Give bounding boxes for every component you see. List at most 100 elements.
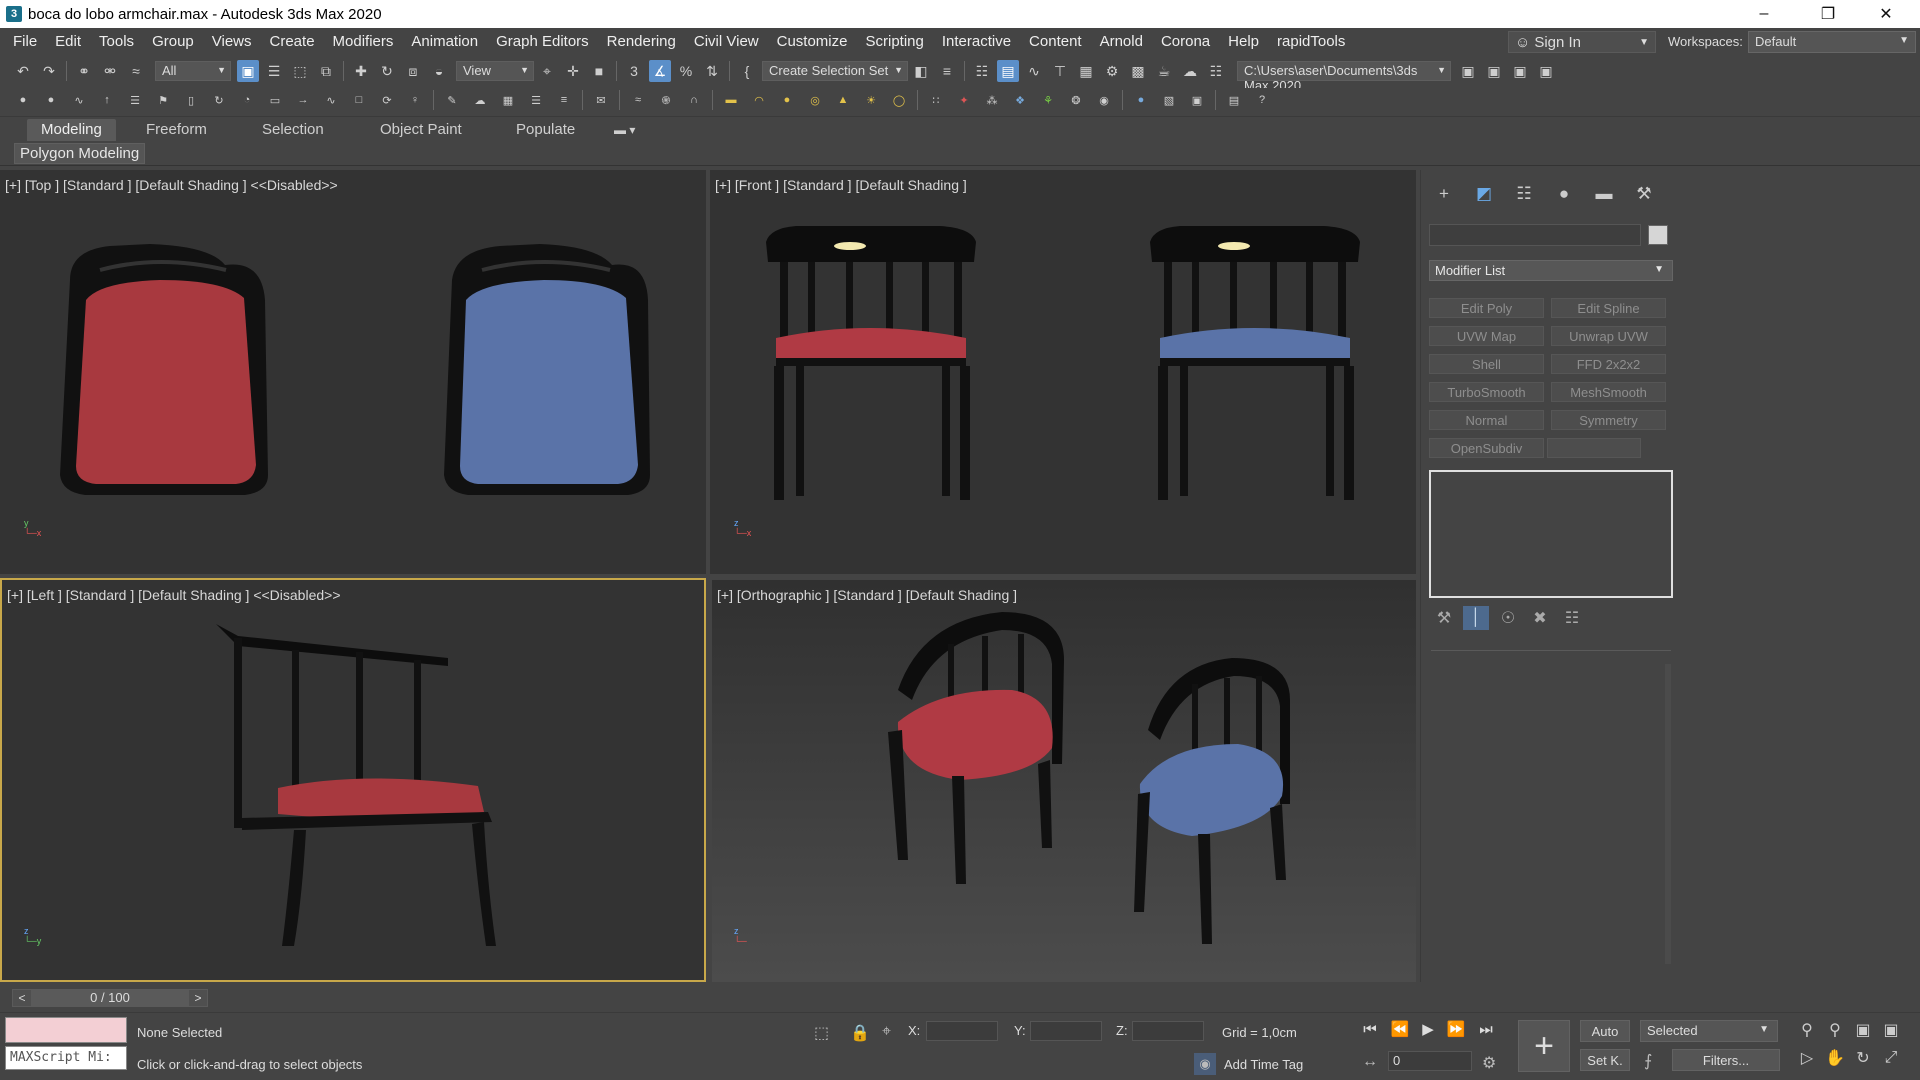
menu-rendering[interactable]: Rendering [598, 28, 685, 55]
schematic-view-icon[interactable]: ⊤ [1049, 60, 1071, 82]
tab-object-paint[interactable]: Object Paint [380, 119, 462, 141]
magnet-icon[interactable]: ∩ [685, 91, 703, 109]
viewport-label-orthographic[interactable]: [+] [Orthographic ] [Standard ] [Default… [717, 587, 1017, 603]
modify-tab-icon[interactable]: ◩ [1467, 182, 1501, 206]
menu-graph-editors[interactable]: Graph Editors [487, 28, 598, 55]
zoom-extents-icon[interactable]: ▣ [1852, 1019, 1874, 1041]
create-tab-icon[interactable]: + [1427, 182, 1461, 206]
scatter-icon[interactable]: ∷ [927, 91, 945, 109]
viewport-label-left[interactable]: [+] [Left ] [Standard ] [Default Shading… [7, 587, 341, 603]
light-icon[interactable]: ◯ [890, 91, 908, 109]
modifier-button-edit-spline[interactable]: Edit Spline [1551, 298, 1666, 318]
time-configuration-icon[interactable]: ⚙ [1482, 1053, 1496, 1073]
arrow-icon[interactable]: → [294, 91, 312, 109]
time-slider[interactable]: < 0 / 100 > [12, 989, 208, 1007]
selection-filter-dropdown[interactable]: All ▼ [155, 61, 231, 81]
project-save-icon[interactable]: ▣ [1509, 60, 1531, 82]
zoom-extents-all-icon[interactable]: ▣ [1880, 1019, 1902, 1041]
display-tab-icon[interactable]: ▬ [1587, 182, 1621, 206]
link-icon[interactable]: ⚭ [73, 60, 95, 82]
pin-stack-icon[interactable]: ⚒ [1431, 606, 1457, 630]
sun-icon[interactable]: ☀ [862, 91, 880, 109]
project-open-icon[interactable]: ▣ [1457, 60, 1479, 82]
rectangular-selection-icon[interactable]: ⬚ [289, 60, 311, 82]
frame-icon[interactable]: ▭ [266, 91, 284, 109]
menu-scripting[interactable]: Scripting [856, 28, 932, 55]
menu-create[interactable]: Create [261, 28, 324, 55]
modifier-button-ffd[interactable]: FFD 2x2x2 [1551, 354, 1666, 374]
pivot-center-icon[interactable]: ⌖ [536, 60, 558, 82]
place-icon[interactable]: ◒ [428, 60, 450, 82]
menu-corona[interactable]: Corona [1152, 28, 1219, 55]
refresh-icon[interactable]: ↻ [210, 91, 228, 109]
bulb-icon[interactable]: ♀ [406, 91, 424, 109]
interactive-render-icon[interactable]: ▣ [1188, 91, 1206, 109]
grow-icon[interactable]: ↑ [98, 91, 116, 109]
spinner-snap-icon[interactable]: ⇅ [701, 60, 723, 82]
modifier-button-unwrap-uvw[interactable]: Unwrap UVW [1551, 326, 1666, 346]
rendered-frame-window-icon[interactable]: ▩ [1127, 60, 1149, 82]
prev-frame-arrow[interactable]: < [13, 991, 31, 1005]
modifier-button-shell[interactable]: Shell [1429, 354, 1544, 374]
flag-icon[interactable]: ⚑ [154, 91, 172, 109]
angle-snap-icon[interactable]: ∡ [649, 60, 671, 82]
window-crossing-icon[interactable]: ⧉ [315, 60, 337, 82]
paint-icon[interactable]: ✎ [443, 91, 461, 109]
project-settings-icon[interactable]: ▣ [1535, 60, 1557, 82]
material-editor-icon[interactable]: ▦ [1075, 60, 1097, 82]
menu-content[interactable]: Content [1020, 28, 1091, 55]
go-to-end-icon[interactable]: ⏭ [1476, 1019, 1496, 1039]
proxy-icon[interactable]: ✦ [955, 91, 973, 109]
menu-group[interactable]: Group [143, 28, 203, 55]
add-time-tag[interactable]: Add Time Tag [1224, 1057, 1303, 1072]
render-production-icon[interactable]: ☕ [1153, 60, 1175, 82]
viewport-label-top[interactable]: [+] [Top ] [Standard ] [Default Shading … [5, 177, 338, 193]
sphere-icon[interactable]: ● [778, 91, 796, 109]
align-icon[interactable]: ≡ [936, 60, 958, 82]
previous-frame-icon[interactable]: ⏪ [1390, 1019, 1410, 1039]
modifier-button-empty[interactable] [1547, 438, 1641, 458]
modifier-button-uvw-map[interactable]: UVW Map [1429, 326, 1544, 346]
key-filters-button[interactable]: Filters... [1672, 1049, 1780, 1071]
zoom-all-icon[interactable]: ⚲ [1824, 1019, 1846, 1041]
spinner-icon[interactable]: ◔ [238, 91, 256, 109]
snap-toggle-icon[interactable]: 3 [623, 60, 645, 82]
minimize-icon[interactable]: – [1736, 0, 1792, 28]
marker-icon[interactable]: ▯ [182, 91, 200, 109]
object-name-input[interactable] [1429, 224, 1641, 246]
menu-tools[interactable]: Tools [90, 28, 143, 55]
key-filter-dropdown[interactable]: Selected ▼ [1640, 1020, 1778, 1042]
project-folder-dropdown[interactable]: C:\Users\aser\Documents\3ds Max 2020 ▼ [1237, 61, 1451, 93]
menu-modifiers[interactable]: Modifiers [324, 28, 403, 55]
scene-explorer-icon[interactable]: ☷ [971, 60, 993, 82]
isolate-selection-icon[interactable]: ⬚ [814, 1023, 829, 1043]
stack-icon[interactable]: ≡ [555, 91, 573, 109]
menu-file[interactable]: File [4, 28, 46, 55]
viewport-front[interactable]: z └─x [+] [Front ] [Standard ] [Default S… [710, 170, 1416, 574]
material-icon[interactable]: ● [1132, 91, 1150, 109]
modifier-button-normal[interactable]: Normal [1429, 410, 1544, 430]
menu-arnold[interactable]: Arnold [1091, 28, 1152, 55]
tab-freeform[interactable]: Freeform [146, 119, 207, 141]
sign-in-dropdown[interactable]: ☺ Sign In ▼ [1508, 31, 1656, 53]
redo-icon[interactable]: ↷ [38, 60, 60, 82]
rotate-icon[interactable]: ↻ [376, 60, 398, 82]
project-new-icon[interactable]: ▣ [1483, 60, 1505, 82]
viewport-top[interactable]: y └─x [+] [Top ] [Standard ] [Default Sha… [0, 170, 706, 574]
layer-explorer-icon[interactable]: ▤ [997, 60, 1019, 82]
mirror-icon[interactable]: ◧ [910, 60, 932, 82]
undo-icon[interactable]: ↶ [12, 60, 34, 82]
converter-icon[interactable]: ▧ [1160, 91, 1178, 109]
move-icon[interactable]: ✚ [350, 60, 372, 82]
dome-icon[interactable]: ◠ [750, 91, 768, 109]
wave-icon[interactable]: ∿ [322, 91, 340, 109]
play-icon[interactable]: ▶ [1418, 1019, 1438, 1039]
volume-icon[interactable]: ❖ [1011, 91, 1029, 109]
loop-icon[interactable]: ⟳ [378, 91, 396, 109]
chat-icon[interactable]: ✉ [592, 91, 610, 109]
object-color-swatch[interactable] [1648, 225, 1668, 245]
go-to-start-icon[interactable]: ⏮ [1360, 1019, 1380, 1039]
modifier-button-edit-poly[interactable]: Edit Poly [1429, 298, 1544, 318]
x-coord-input[interactable] [926, 1021, 998, 1041]
configure-modifier-sets-icon[interactable]: ☷ [1559, 606, 1585, 630]
